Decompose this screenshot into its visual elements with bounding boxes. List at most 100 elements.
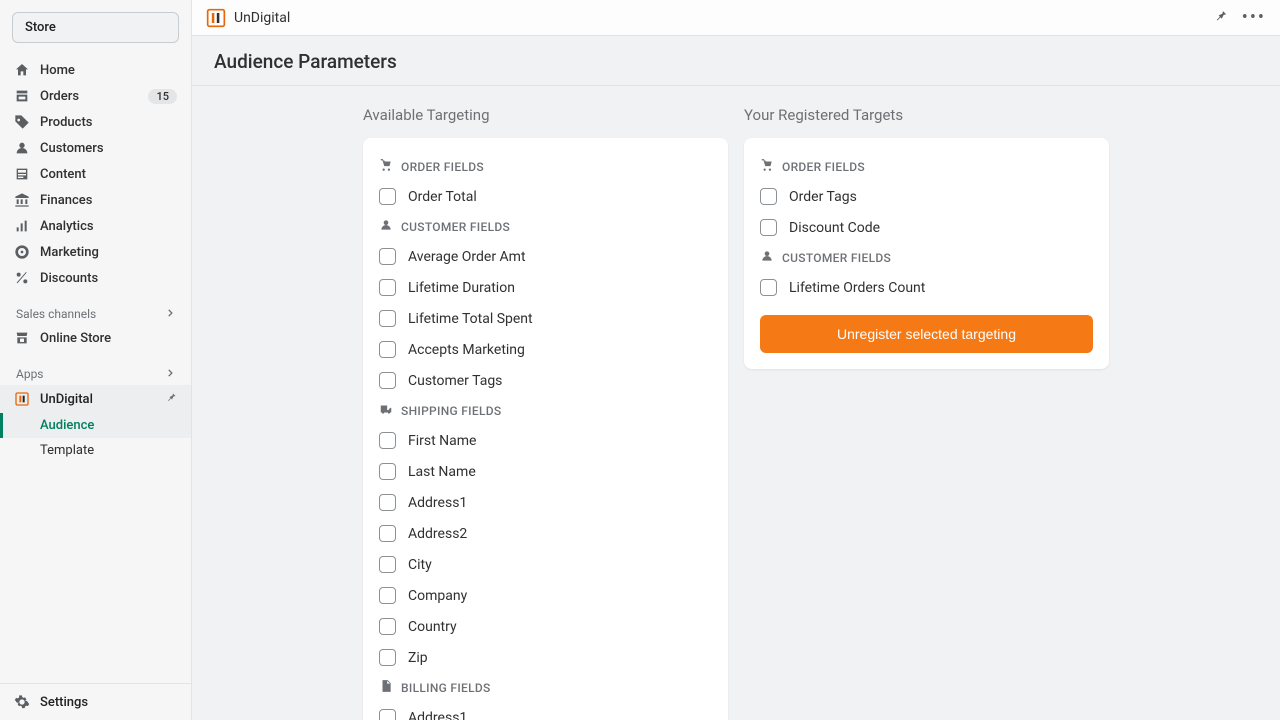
checkbox[interactable] [379, 432, 396, 449]
orders-icon [14, 88, 30, 104]
field-label: Country [408, 619, 457, 635]
order-fields-header: ORDER FIELDS [379, 152, 712, 181]
field-label: Accepts Marketing [408, 342, 525, 358]
checkbox[interactable] [379, 649, 396, 666]
chevron-right-icon [165, 307, 175, 321]
field-row[interactable]: Company [379, 580, 712, 611]
customer-icon [760, 249, 774, 266]
subnav-item-template[interactable]: Template [0, 438, 191, 463]
group-label: SHIPPING FIELDS [401, 404, 501, 418]
sidebar-item-customers[interactable]: Customers [0, 135, 191, 161]
available-card: ORDER FIELDS Order Total CUSTOMER FIELDS Av… [363, 138, 728, 720]
field-row[interactable]: Accepts Marketing [379, 334, 712, 365]
checkbox[interactable] [379, 587, 396, 604]
checkbox[interactable] [379, 463, 396, 480]
checkbox[interactable] [379, 709, 396, 720]
field-row[interactable]: Average Order Amt [379, 241, 712, 272]
field-row[interactable]: Address1 [379, 487, 712, 518]
nav-label: Home [40, 63, 75, 78]
sales-channels-label: Sales channels [16, 307, 96, 321]
checkbox[interactable] [379, 525, 396, 542]
checkbox[interactable] [379, 372, 396, 389]
shipping-icon [379, 402, 393, 419]
nav-label: Content [40, 167, 86, 182]
field-row[interactable]: Lifetime Duration [379, 272, 712, 303]
sidebar: Store Home Orders15 Products Customers Conte… [0, 0, 192, 720]
field-row[interactable]: Order Tags [760, 181, 1093, 212]
order-fields-header: ORDER FIELDS [760, 152, 1093, 181]
field-row[interactable]: Address2 [379, 518, 712, 549]
field-row[interactable]: Last Name [379, 456, 712, 487]
field-row[interactable]: Country [379, 611, 712, 642]
group-label: BILLING FIELDS [401, 681, 491, 695]
sidebar-item-analytics[interactable]: Analytics [0, 213, 191, 239]
sidebar-item-online-store[interactable]: Online Store [0, 325, 191, 351]
field-row[interactable]: Lifetime Orders Count [760, 272, 1093, 303]
unregister-button[interactable]: Unregister selected targeting [760, 315, 1093, 353]
order-icon [760, 158, 774, 175]
checkbox[interactable] [760, 279, 777, 296]
apps-header[interactable]: Apps [0, 351, 191, 385]
nav-label: Products [40, 115, 92, 130]
sidebar-app-undigital[interactable]: UnDigital [0, 385, 191, 413]
field-label: First Name [408, 433, 476, 449]
available-title: Available Targeting [363, 106, 728, 124]
group-label: ORDER FIELDS [401, 160, 484, 174]
field-row[interactable]: Customer Tags [379, 365, 712, 396]
user-icon [14, 140, 30, 156]
sidebar-item-finances[interactable]: Finances [0, 187, 191, 213]
field-row[interactable]: City [379, 549, 712, 580]
topbar-app-title: UnDigital [234, 10, 290, 26]
available-targeting-column: Available Targeting ORDER FIELDS Order To… [363, 106, 728, 700]
checkbox[interactable] [379, 341, 396, 358]
field-label: Company [408, 588, 467, 604]
checkbox[interactable] [760, 219, 777, 236]
nav-label: Orders [40, 89, 79, 104]
checkbox[interactable] [760, 188, 777, 205]
registered-targets-column: Your Registered Targets ORDER FIELDSOrde… [744, 106, 1109, 700]
checkbox[interactable] [379, 248, 396, 265]
field-row[interactable]: Discount Code [760, 212, 1093, 243]
pin-icon[interactable] [1213, 8, 1228, 27]
page-title: Audience Parameters [214, 50, 1258, 73]
bars-icon [14, 218, 30, 234]
field-label: Order Tags [789, 189, 857, 205]
pin-icon[interactable] [165, 391, 177, 407]
sidebar-item-discounts[interactable]: Discounts [0, 265, 191, 291]
sidebar-item-orders[interactable]: Orders15 [0, 83, 191, 109]
customer-fields-header: CUSTOMER FIELDS [379, 212, 712, 241]
sidebar-item-products[interactable]: Products [0, 109, 191, 135]
customer-icon [379, 218, 393, 235]
nav-label: Marketing [40, 245, 99, 260]
customer-fields-header: CUSTOMER FIELDS [760, 243, 1093, 272]
sales-channels-header[interactable]: Sales channels [0, 291, 191, 325]
checkbox[interactable] [379, 494, 396, 511]
bank-icon [14, 192, 30, 208]
field-row[interactable]: Zip [379, 642, 712, 673]
checkbox[interactable] [379, 310, 396, 327]
field-label: Customer Tags [408, 373, 502, 389]
field-label: Address1 [408, 495, 467, 511]
field-row[interactable]: First Name [379, 425, 712, 456]
checkbox[interactable] [379, 618, 396, 635]
more-icon[interactable]: ••• [1242, 7, 1266, 28]
sidebar-item-marketing[interactable]: Marketing [0, 239, 191, 265]
sidebar-item-content[interactable]: Content [0, 161, 191, 187]
field-label: Address2 [408, 526, 467, 542]
sidebar-item-home[interactable]: Home [0, 57, 191, 83]
field-row[interactable]: Order Total [379, 181, 712, 212]
order-icon [379, 158, 393, 175]
checkbox[interactable] [379, 556, 396, 573]
checkbox[interactable] [379, 279, 396, 296]
field-label: Zip [408, 650, 428, 666]
group-label: CUSTOMER FIELDS [401, 220, 510, 234]
field-row[interactable]: Lifetime Total Spent [379, 303, 712, 334]
nav-label: Customers [40, 141, 104, 156]
app-name-label: UnDigital [40, 392, 93, 407]
subnav-item-audience[interactable]: Audience [0, 413, 191, 438]
store-selector[interactable]: Store [12, 12, 179, 43]
checkbox[interactable] [379, 188, 396, 205]
apps-label: Apps [16, 367, 44, 381]
sidebar-item-settings[interactable]: Settings [0, 683, 191, 720]
field-row[interactable]: Address1 [379, 702, 712, 720]
